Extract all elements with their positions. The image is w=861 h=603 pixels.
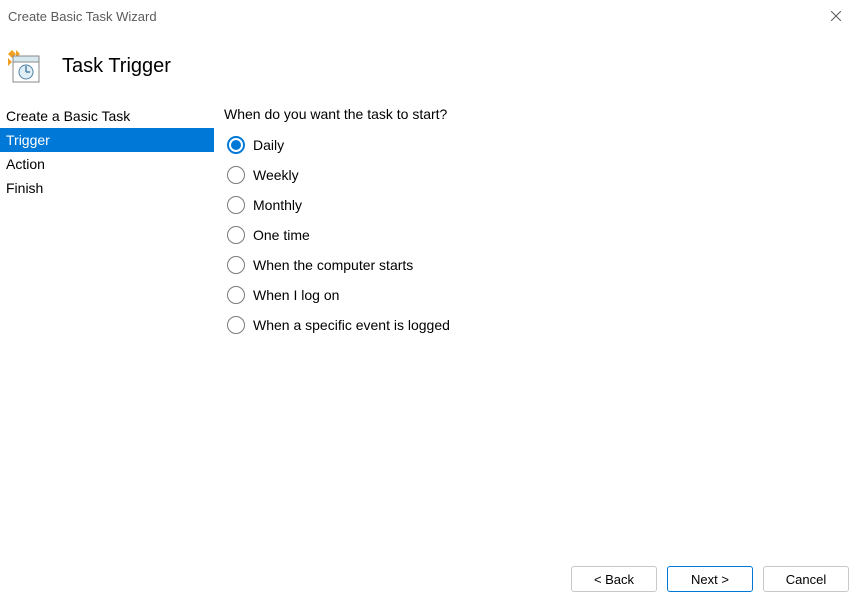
close-button[interactable] [821,1,851,31]
sidebar-item-create-task[interactable]: Create a Basic Task [0,104,214,128]
radio-label: Weekly [253,167,299,183]
radio-icon [227,316,245,334]
window-title: Create Basic Task Wizard [8,9,157,24]
wizard-icon [6,48,42,84]
sidebar-item-trigger[interactable]: Trigger [0,128,214,152]
radio-label: Daily [253,137,284,153]
radio-option-onetime[interactable]: One time [227,226,851,244]
sidebar-item-finish[interactable]: Finish [0,176,214,200]
radio-icon [227,286,245,304]
page-title: Task Trigger [62,55,171,78]
radio-icon [227,166,245,184]
radio-label: Monthly [253,197,302,213]
back-button[interactable]: < Back [571,566,657,592]
close-icon [831,11,841,21]
radio-icon [227,256,245,274]
wizard-content: Create a Basic Task Trigger Action Finis… [0,100,861,555]
wizard-main: When do you want the task to start? Dail… [214,100,861,555]
cancel-button[interactable]: Cancel [763,566,849,592]
radio-option-daily[interactable]: Daily [227,136,851,154]
radio-option-event-logged[interactable]: When a specific event is logged [227,316,851,334]
radio-option-computer-starts[interactable]: When the computer starts [227,256,851,274]
radio-label: When the computer starts [253,257,413,273]
wizard-footer: < Back Next > Cancel [0,555,861,603]
wizard-sidebar: Create a Basic Task Trigger Action Finis… [0,100,214,555]
radio-icon [227,226,245,244]
radio-icon [227,196,245,214]
next-button[interactable]: Next > [667,566,753,592]
radio-option-weekly[interactable]: Weekly [227,166,851,184]
radio-icon [227,136,245,154]
titlebar: Create Basic Task Wizard [0,0,861,32]
radio-label: When I log on [253,287,339,303]
sidebar-item-action[interactable]: Action [0,152,214,176]
trigger-question: When do you want the task to start? [224,106,851,122]
radio-label: When a specific event is logged [253,317,450,333]
wizard-header: Task Trigger [0,32,861,100]
radio-option-logon[interactable]: When I log on [227,286,851,304]
radio-option-monthly[interactable]: Monthly [227,196,851,214]
radio-label: One time [253,227,310,243]
trigger-radio-group: Daily Weekly Monthly One time When the c… [224,136,851,334]
